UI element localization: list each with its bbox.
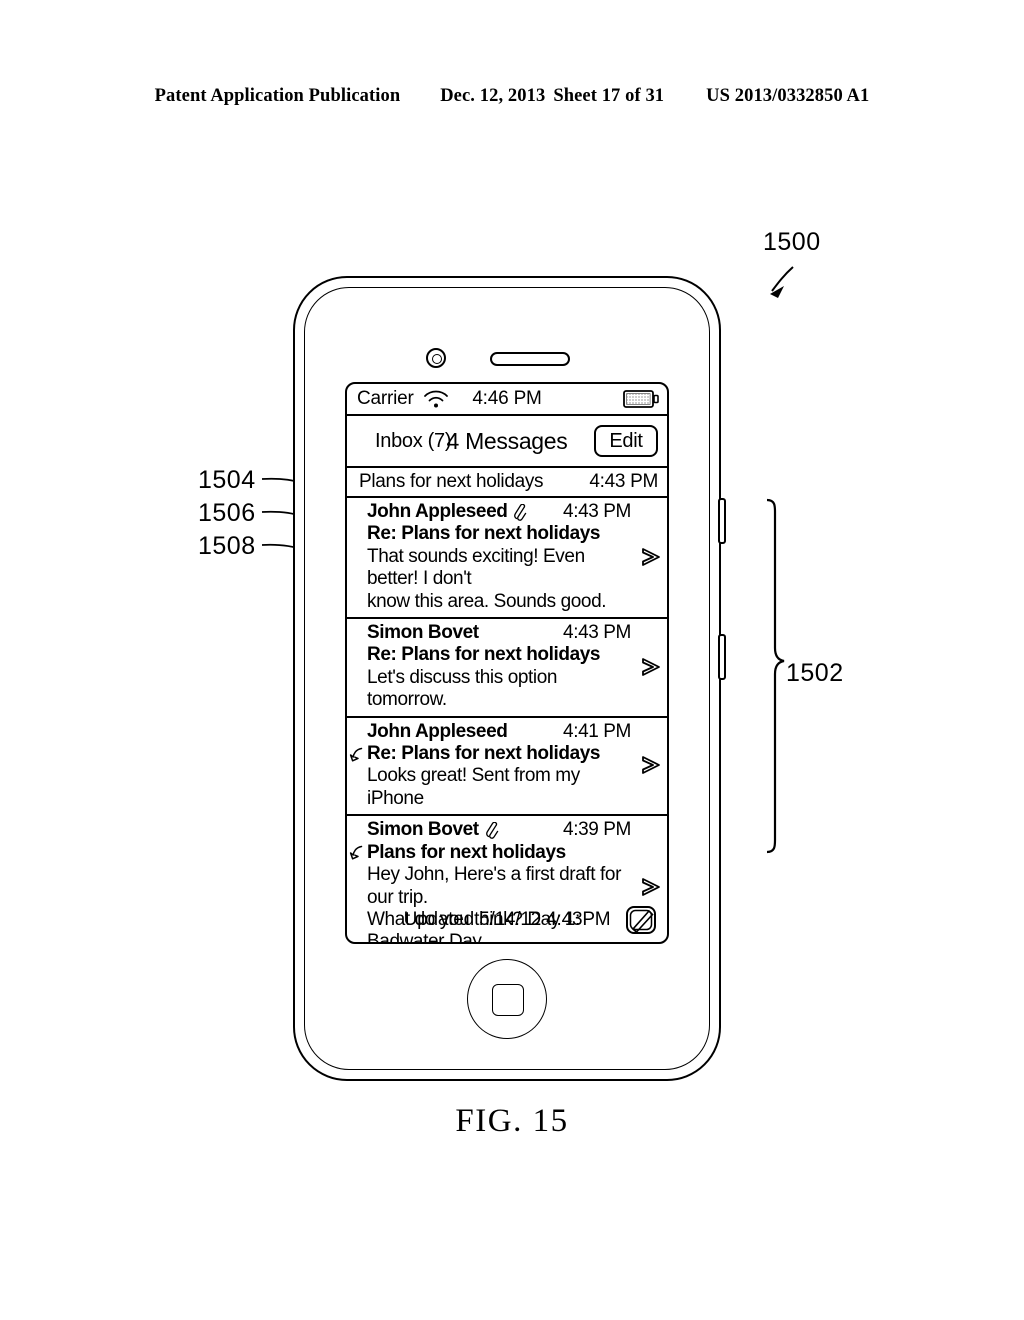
message-subject: Plans for next holidays — [367, 841, 566, 863]
message-sender: Simon Bovet — [367, 622, 479, 644]
paperclip-icon — [485, 821, 499, 839]
message-gutter — [347, 622, 367, 712]
message-header-line: John Appleseed 4:41 PM — [367, 721, 635, 743]
figure-caption: FIG. 15 — [455, 1103, 569, 1139]
message-preview-line-1: Let's discuss this option tomorrow. — [367, 666, 558, 711]
brace-1502 — [766, 498, 785, 854]
message-subject: Re: Plans for next holidays — [367, 523, 601, 545]
message-body: John Appleseed 4:43 PM Re: Plans for next … — [367, 501, 637, 613]
message-body: John Appleseed 4:41 PM Re: Plans for next … — [367, 721, 637, 811]
disclosure-chevron-icon[interactable] — [637, 721, 667, 811]
volume-down-button[interactable] — [718, 634, 726, 680]
device-screen: Carrier 4:46 PM Inbox (7) 4 Messages Edi… — [345, 382, 669, 944]
message-time: 4:39 PM — [563, 819, 631, 841]
patent-number: US 2013/0332850 A1 — [706, 86, 870, 106]
compose-icon[interactable] — [625, 904, 657, 936]
reply-arrow-icon — [349, 747, 365, 763]
message-time: 4:43 PM — [563, 622, 631, 644]
message-sender: John Appleseed — [367, 720, 508, 742]
leader-1500-arrowhead — [770, 286, 784, 298]
message-subject: Re: Plans for next holidays — [367, 743, 601, 765]
reply-arrow-icon — [349, 845, 365, 861]
message-preview-line-2: know this area. Sounds good. — [367, 590, 607, 612]
volume-up-button[interactable] — [718, 498, 726, 544]
message-subject: Re: Plans for next holidays — [367, 644, 601, 666]
message-rows-host: John Appleseed 4:43 PM Re: Plans for next … — [347, 498, 667, 942]
message-sender: Simon Bovet — [367, 819, 479, 841]
thread-header-time: 4:43 PM — [589, 471, 658, 492]
message-sender: John Appleseed — [367, 501, 508, 522]
message-row[interactable]: John Appleseed 4:43 PM Re: Plans for next … — [347, 498, 667, 620]
sheet-number: Sheet 17 of 31 — [553, 86, 665, 106]
status-bar: Carrier 4:46 PM — [347, 384, 667, 416]
updated-status-label: Updated 5/14/12 4:43PM — [403, 909, 611, 930]
patent-header: Patent Application Publication Dec. 12, … — [0, 86, 1024, 107]
thread-subject-header: Plans for next holidays 4:43 PM — [347, 468, 667, 498]
publication-label: Patent Application Publication — [154, 86, 401, 106]
paperclip-icon — [514, 503, 527, 521]
disclosure-chevron-icon[interactable] — [637, 622, 667, 712]
mobile-device: Carrier 4:46 PM Inbox (7) 4 Messages Edi… — [293, 276, 726, 1081]
reference-numeral-1506: 1506 — [198, 499, 256, 527]
speaker-icon — [490, 352, 570, 366]
reference-numeral-1508: 1508 — [198, 532, 256, 560]
reference-numeral-1504: 1504 — [198, 466, 256, 494]
reference-numeral-1502: 1502 — [786, 659, 844, 687]
bottom-toolbar: Updated 5/14/12 4:43PM — [347, 898, 667, 942]
message-list: Plans for next holidays 4:43 PM John App… — [347, 468, 667, 942]
disclosure-chevron-icon[interactable] — [637, 501, 667, 613]
message-gutter — [347, 501, 367, 613]
message-row[interactable]: Simon Bovet 4:43 PM Re: Plans for next hol… — [347, 619, 667, 718]
message-header-line: John Appleseed 4:43 PM — [367, 501, 635, 523]
message-header-line: Simon Bovet 4:43 PM — [367, 622, 635, 644]
message-row[interactable]: John Appleseed 4:41 PM Re: Plans for next … — [347, 718, 667, 817]
message-header-line: Simon Bovet 4:39 PM — [367, 819, 635, 841]
reference-numeral-1500: 1500 — [763, 228, 821, 256]
message-body: Simon Bovet 4:43 PM Re: Plans for next hol… — [367, 622, 637, 712]
camera-icon — [426, 348, 446, 368]
message-preview-line-1: Looks great! Sent from my iPhone — [367, 765, 580, 809]
home-button-icon[interactable] — [467, 959, 547, 1039]
publication-date: Dec. 12, 2013 — [440, 86, 546, 106]
navigation-bar: Inbox (7) 4 Messages Edit — [347, 416, 667, 468]
edit-button[interactable]: Edit — [594, 425, 658, 457]
message-gutter — [347, 721, 367, 811]
message-time: 4:41 PM — [563, 720, 631, 742]
leader-1500 — [771, 266, 794, 292]
message-preview-line-1: That sounds exciting! Even better! I don… — [367, 545, 585, 590]
clock-label: 4:46 PM — [472, 388, 542, 409]
battery-icon — [623, 390, 659, 408]
thread-subject-label: Plans for next holidays — [359, 471, 544, 492]
message-time: 4:43 PM — [563, 501, 631, 522]
edit-button-label: Edit — [609, 429, 643, 452]
